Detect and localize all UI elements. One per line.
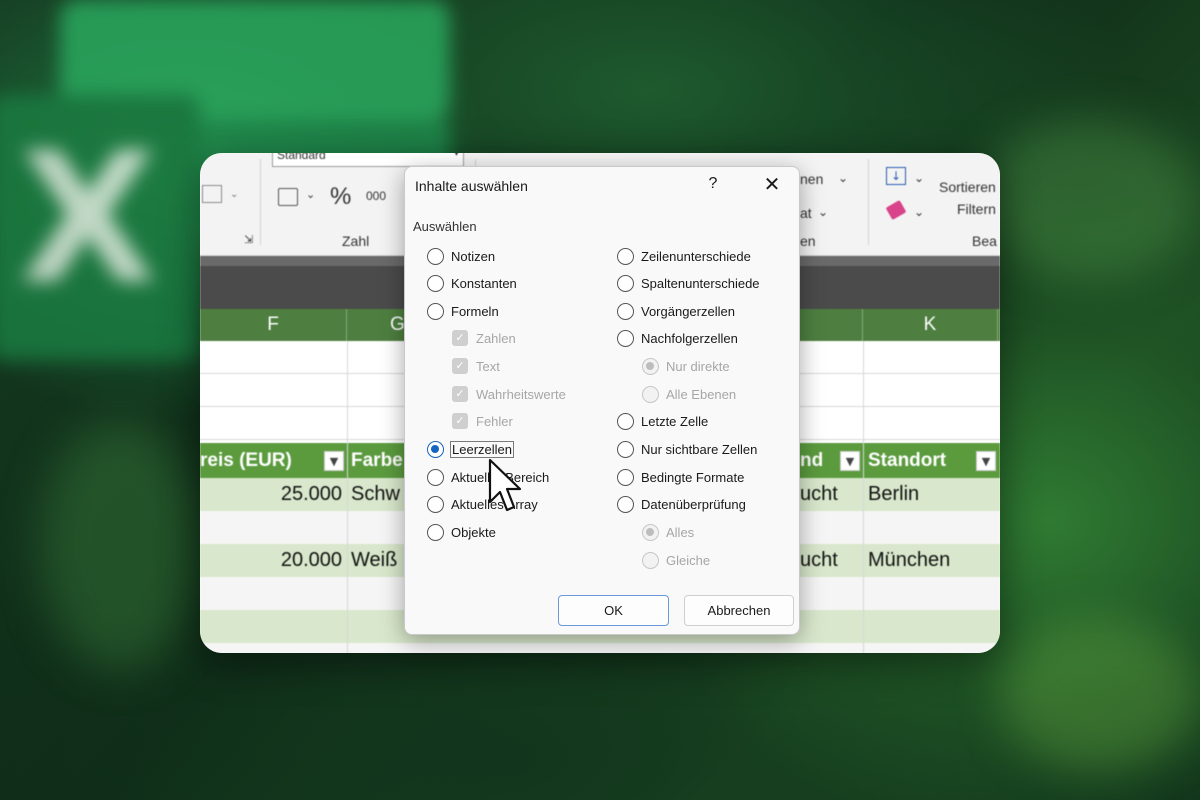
radio-button-selected[interactable] <box>427 441 444 458</box>
check-icon[interactable]: ✓ <box>452 330 468 346</box>
ribbon-fragment-at: at <box>800 205 812 221</box>
cell-color[interactable]: Weiß <box>351 544 397 577</box>
sort-filter-label-2[interactable]: Filtern <box>957 201 996 217</box>
option-label: Nur sichtbare Zellen <box>641 442 758 457</box>
ok-button[interactable]: OK <box>558 595 669 626</box>
table-row[interactable] <box>200 643 1000 653</box>
radio-button[interactable] <box>427 524 444 541</box>
cell-fragment[interactable]: ucht <box>800 478 838 511</box>
cell-color[interactable]: Schw <box>351 478 400 511</box>
ribbon-fragment-bea: Bea <box>972 233 997 249</box>
chevron-down-icon[interactable]: ⌄ <box>914 171 924 185</box>
cell-location[interactable]: Berlin <box>868 478 919 511</box>
filter-dropdown-button[interactable]: ▼ <box>324 451 344 471</box>
chevron-down-icon[interactable]: ⌄ <box>230 189 238 200</box>
radio-button-selected[interactable] <box>642 524 659 541</box>
radio-button[interactable] <box>617 303 634 320</box>
radio-button[interactable] <box>642 552 659 569</box>
chevron-down-icon[interactable]: ⌄ <box>306 188 315 201</box>
option-label: Nur direkte <box>666 359 730 374</box>
cell-price[interactable]: 25.000 <box>268 478 342 511</box>
radio-button[interactable] <box>617 413 634 430</box>
help-button[interactable]: ? <box>705 175 721 197</box>
go-to-special-dialog: Inhalte auswählen ? ✕ Auswählen Notizen … <box>404 166 800 635</box>
close-button[interactable]: ✕ <box>761 173 783 195</box>
chevron-down-icon[interactable]: ⌄ <box>838 171 848 185</box>
radio-button[interactable] <box>617 248 634 265</box>
thousands-separator-button[interactable]: 000 <box>366 189 386 203</box>
grid-line <box>863 341 864 653</box>
header-fragment-nd: nd <box>800 450 824 471</box>
option-label: Formeln <box>451 304 499 319</box>
option-label: Leerzellen <box>450 441 514 458</box>
column-header-j[interactable] <box>800 309 863 341</box>
option-label: Letzte Zelle <box>641 414 709 429</box>
radio-button[interactable] <box>427 275 444 292</box>
option-label: Datenüberprüfung <box>641 497 746 512</box>
cell-location[interactable]: München <box>868 544 950 577</box>
radio-button[interactable] <box>427 469 444 486</box>
option-label: Zeilenunterschiede <box>641 249 751 264</box>
cancel-button[interactable]: Abbrechen <box>684 595 794 626</box>
header-color: Farbe <box>351 450 403 471</box>
option-label: Objekte <box>451 525 496 540</box>
chevron-down-icon[interactable]: ⌄ <box>818 205 828 219</box>
option-label: Bedingte Formate <box>641 470 745 485</box>
group-label: Auswählen <box>413 219 477 234</box>
option-label: Text <box>476 359 500 374</box>
check-icon[interactable]: ✓ <box>452 413 468 429</box>
excel-x-icon: X <box>18 115 158 324</box>
radio-button[interactable] <box>617 496 634 513</box>
cell-fragment[interactable]: ucht <box>800 544 838 577</box>
header-location: Standort <box>868 450 947 471</box>
option-label: Wahrheitswerte <box>476 387 566 402</box>
radio-button[interactable] <box>617 275 634 292</box>
radio-button[interactable] <box>642 386 659 403</box>
grid-line <box>347 341 348 653</box>
ribbon-fragment-nen: nen <box>800 171 824 187</box>
filter-dropdown-button[interactable]: ▼ <box>976 451 996 471</box>
ribbon-fragment-en: en <box>800 233 816 249</box>
check-icon[interactable]: ✓ <box>452 386 468 402</box>
option-label: Alle Ebenen <box>666 387 737 402</box>
radio-button[interactable] <box>427 496 444 513</box>
radio-button-selected[interactable] <box>642 358 659 375</box>
option-label: Fehler <box>476 414 513 429</box>
column-header-g[interactable]: G <box>347 309 407 341</box>
option-label: Notizen <box>451 249 496 264</box>
chevron-down-icon[interactable]: ⌄ <box>914 205 924 219</box>
mouse-cursor-icon <box>488 458 522 512</box>
eraser-icon[interactable] <box>885 199 907 221</box>
column-header-k[interactable]: K <box>863 309 998 341</box>
option-label: Nachfolgerzellen <box>641 331 738 346</box>
option-label: Spaltenunterschiede <box>641 276 760 291</box>
column-header-f[interactable]: F <box>200 309 347 341</box>
filter-dropdown-button[interactable]: ▼ <box>840 451 860 471</box>
dialog-launcher-icon[interactable]: ⇲ <box>244 233 253 246</box>
radio-button[interactable] <box>427 303 444 320</box>
group-label-number: Zahl <box>342 233 370 249</box>
table-format-icon[interactable] <box>202 185 222 203</box>
accounting-format-icon[interactable] <box>278 188 298 206</box>
option-label: Zahlen <box>476 331 516 346</box>
check-icon[interactable]: ✓ <box>452 358 468 374</box>
option-label: Alles <box>666 525 695 540</box>
option-label: Konstanten <box>451 276 517 291</box>
fill-down-icon[interactable]: ↓ <box>886 167 906 185</box>
option-label: Gleiche <box>666 553 711 568</box>
number-format-select[interactable]: Standard ▾ <box>272 153 464 167</box>
radio-button[interactable] <box>617 469 634 486</box>
radio-button[interactable] <box>427 248 444 265</box>
radio-button[interactable] <box>617 441 634 458</box>
sort-filter-label[interactable]: Sortieren <box>939 179 996 195</box>
cell-price[interactable]: 20.000 <box>268 544 342 577</box>
option-label: Vorgängerzellen <box>641 304 735 319</box>
dialog-title: Inhalte auswählen <box>415 178 528 194</box>
percent-button[interactable]: % <box>330 183 351 211</box>
header-price: reis (EUR) <box>200 450 292 471</box>
radio-button[interactable] <box>617 330 634 347</box>
